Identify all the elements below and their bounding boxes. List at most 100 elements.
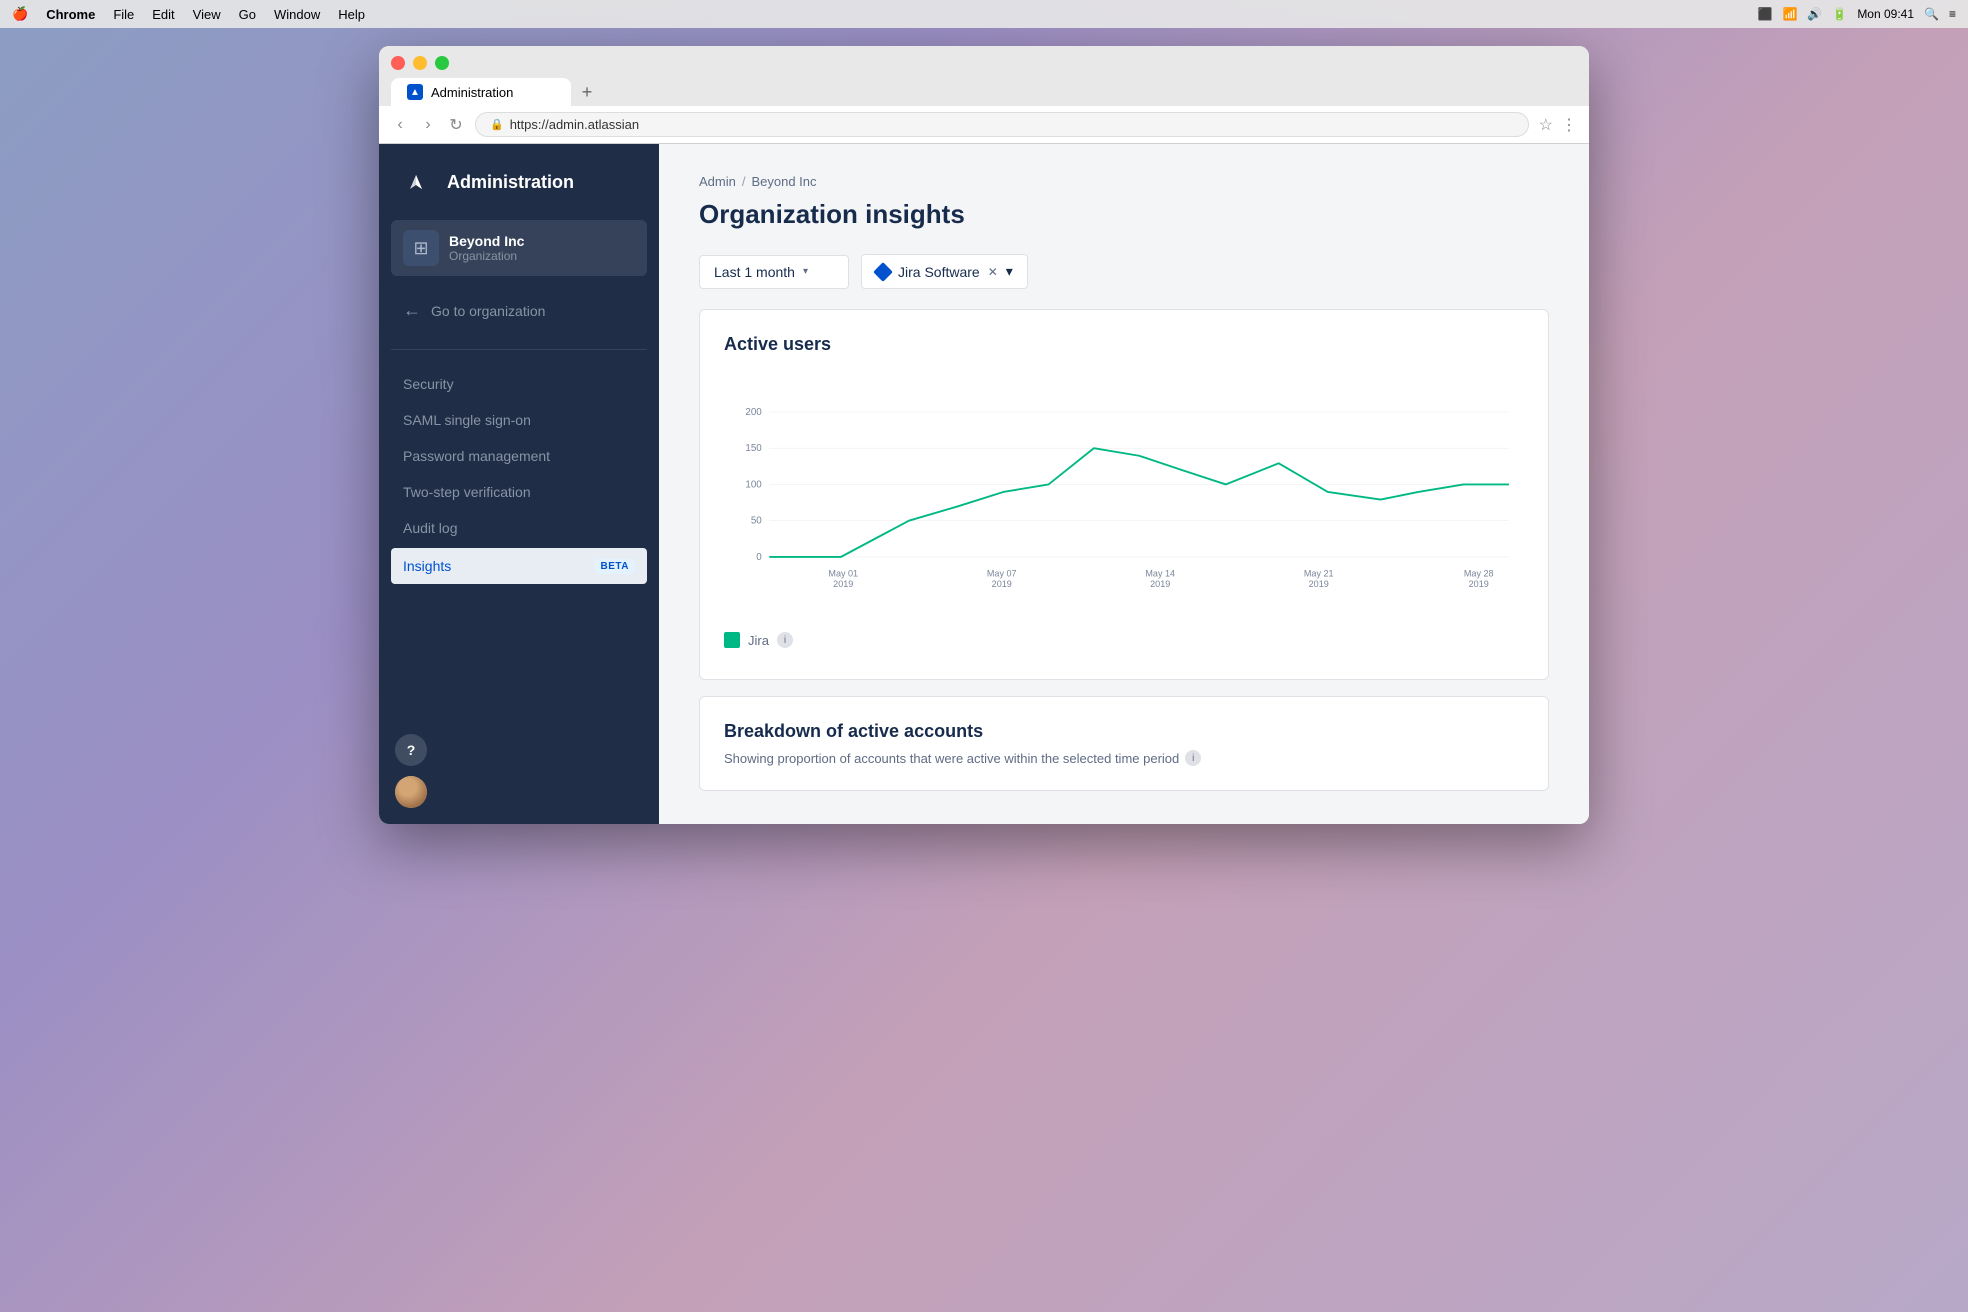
user-avatar[interactable] — [395, 776, 427, 808]
minimize-button[interactable] — [413, 56, 427, 70]
url-input[interactable]: 🔒 https://admin.atlassian — [475, 112, 1529, 137]
sidebar-item-twostep[interactable]: Two-step verification — [379, 474, 659, 510]
browser-chrome: ▲ Administration + — [379, 46, 1589, 106]
menu-go[interactable]: Go — [239, 7, 256, 22]
page-title: Organization insights — [699, 199, 1549, 230]
legend-color-jira — [724, 632, 740, 648]
svg-text:50: 50 — [751, 516, 762, 527]
control-center-icon[interactable]: ≡ — [1949, 7, 1956, 21]
reload-button[interactable]: ↻ — [447, 116, 465, 134]
breakdown-title: Breakdown of active accounts — [724, 721, 1524, 742]
product-filter[interactable]: Jira Software ✕ ▾ — [861, 254, 1028, 289]
clock: Mon 09:41 — [1857, 7, 1914, 21]
svg-text:0: 0 — [756, 552, 762, 563]
main-content: Admin / Beyond Inc Organization insights… — [659, 144, 1589, 824]
back-button[interactable]: ‹ — [391, 116, 409, 134]
org-icon: ⊞ — [403, 230, 439, 266]
search-icon[interactable]: 🔍 — [1924, 7, 1939, 21]
apple-menu[interactable]: 🍎 — [12, 6, 28, 22]
svg-text:100: 100 — [745, 479, 762, 490]
wifi-icon: 📶 — [1782, 7, 1797, 21]
new-tab-button[interactable]: + — [573, 78, 601, 106]
svg-text:200: 200 — [745, 407, 762, 418]
product-label: Jira Software — [898, 264, 980, 280]
avatar-image — [395, 776, 427, 808]
auditlog-label: Audit log — [403, 520, 457, 536]
menu-window[interactable]: Window — [274, 7, 320, 22]
insights-label: Insights — [403, 558, 451, 574]
password-label: Password management — [403, 448, 550, 464]
twostep-label: Two-step verification — [403, 484, 531, 500]
battery-icon: 🔋 — [1832, 7, 1847, 21]
active-users-chart: 200 150 100 50 0 May 01 2019 May 07 2019… — [724, 375, 1524, 615]
more-options-icon[interactable]: ⋮ — [1561, 115, 1577, 135]
breadcrumb-separator: / — [742, 174, 746, 189]
svg-text:2019: 2019 — [833, 579, 853, 589]
sidebar-item-saml[interactable]: SAML single sign-on — [379, 402, 659, 438]
svg-text:2019: 2019 — [1150, 579, 1170, 589]
filters-bar: Last 1 month ▾ Jira Software ✕ ▾ — [699, 254, 1549, 289]
help-button[interactable]: ? — [395, 734, 427, 766]
legend-info-icon[interactable]: i — [777, 632, 793, 648]
volume-icon: 🔊 — [1807, 7, 1822, 21]
forward-button[interactable]: › — [419, 116, 437, 134]
active-tab[interactable]: ▲ Administration — [391, 78, 571, 106]
sidebar-header: Administration — [379, 144, 659, 220]
close-button[interactable] — [391, 56, 405, 70]
beta-badge: BETA — [595, 559, 635, 574]
maximize-button[interactable] — [435, 56, 449, 70]
lock-icon: 🔒 — [490, 118, 504, 131]
active-users-card: Active users 200 150 100 50 — [699, 309, 1549, 680]
screen-mirror-icon: ⬛ — [1758, 7, 1773, 21]
menu-file[interactable]: File — [113, 7, 134, 22]
sidebar-bottom: ? — [379, 718, 659, 824]
url-text: https://admin.atlassian — [510, 117, 639, 132]
address-bar: ‹ › ↻ 🔒 https://admin.atlassian ☆ ⋮ — [379, 106, 1589, 144]
svg-text:May 28: May 28 — [1464, 569, 1494, 579]
go-to-org-icon: ← — [403, 300, 421, 321]
breakdown-subtitle-text: Showing proportion of accounts that were… — [724, 751, 1179, 766]
legend-label-jira: Jira — [748, 633, 769, 648]
tab-title: Administration — [431, 85, 513, 100]
sidebar-item-security[interactable]: Security — [379, 366, 659, 402]
breakdown-subtitle: Showing proportion of accounts that were… — [724, 750, 1524, 766]
sidebar-item-password[interactable]: Password management — [379, 438, 659, 474]
security-label: Security — [403, 376, 454, 392]
svg-text:May 21: May 21 — [1304, 569, 1334, 579]
breakdown-card: Breakdown of active accounts Showing pro… — [699, 696, 1549, 791]
atlassian-logo — [399, 164, 435, 200]
svg-text:May 14: May 14 — [1145, 569, 1175, 579]
breadcrumb: Admin / Beyond Inc — [699, 174, 1549, 189]
remove-product-icon[interactable]: ✕ — [988, 265, 998, 279]
menubar: 🍎 Chrome File Edit View Go Window Help ⬛… — [0, 0, 1968, 28]
org-name: Beyond Inc — [449, 233, 524, 249]
product-chevron-icon: ▾ — [1006, 263, 1013, 280]
sidebar-divider — [391, 349, 647, 350]
sidebar-item-insights[interactable]: Insights BETA — [391, 548, 647, 584]
breadcrumb-org[interactable]: Beyond Inc — [751, 174, 816, 189]
sidebar-item-auditlog[interactable]: Audit log — [379, 510, 659, 546]
svg-text:2019: 2019 — [1309, 579, 1329, 589]
chart-container: 200 150 100 50 0 May 01 2019 May 07 2019… — [724, 375, 1524, 655]
menu-edit[interactable]: Edit — [152, 7, 174, 22]
chart-legend: Jira i — [724, 632, 1524, 648]
breadcrumb-admin[interactable]: Admin — [699, 174, 736, 189]
org-item[interactable]: ⊞ Beyond Inc Organization — [391, 220, 647, 276]
menu-help[interactable]: Help — [338, 7, 365, 22]
saml-label: SAML single sign-on — [403, 412, 531, 428]
browser-window: ▲ Administration + ‹ › ↻ 🔒 https://admin… — [379, 46, 1589, 824]
go-to-org-link[interactable]: ← Go to organization — [391, 292, 647, 329]
chart-line — [769, 448, 1509, 557]
period-filter[interactable]: Last 1 month ▾ — [699, 255, 849, 289]
go-to-org-label: Go to organization — [431, 303, 545, 319]
jira-diamond-icon — [873, 262, 893, 282]
svg-text:150: 150 — [745, 443, 762, 454]
period-label: Last 1 month — [714, 264, 795, 280]
sidebar: Administration ⊞ Beyond Inc Organization… — [379, 144, 659, 824]
menu-view[interactable]: View — [193, 7, 221, 22]
app-container: Administration ⊞ Beyond Inc Organization… — [379, 144, 1589, 824]
org-info: Beyond Inc Organization — [449, 233, 524, 263]
bookmark-icon[interactable]: ☆ — [1539, 115, 1553, 135]
breakdown-info-icon[interactable]: i — [1185, 750, 1201, 766]
tab-favicon: ▲ — [407, 84, 423, 100]
